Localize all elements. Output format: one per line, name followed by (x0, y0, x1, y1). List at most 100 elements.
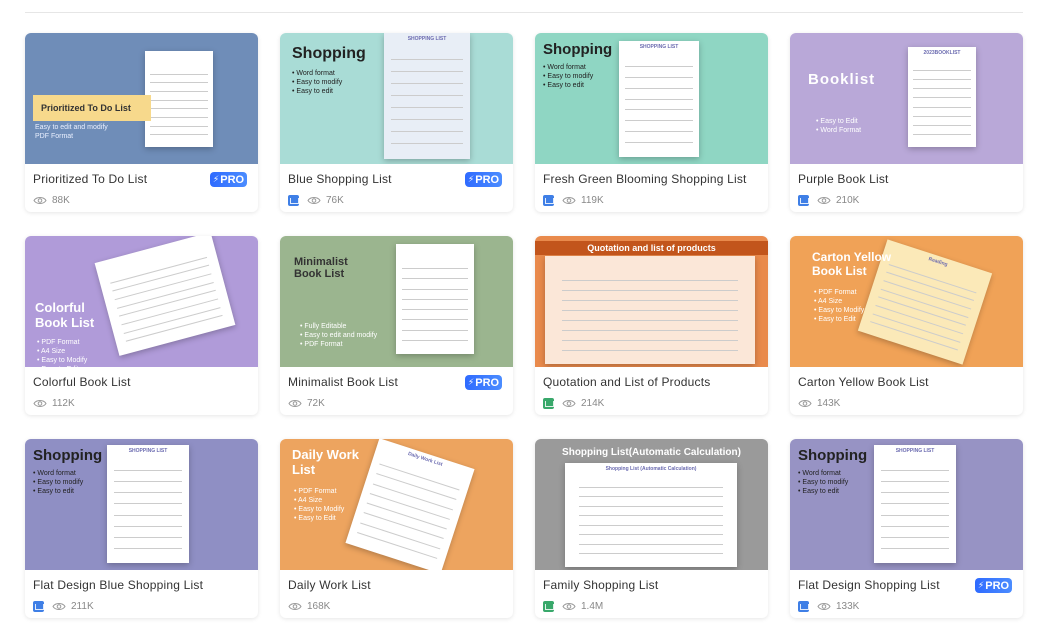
pro-badge-label: PRO (475, 376, 500, 389)
thumbnail-heading: Shopping (798, 447, 868, 464)
document-preview-line (913, 97, 971, 99)
document-preview-line (150, 99, 208, 101)
eye-icon (562, 196, 576, 204)
template-card[interactable]: Daily Work List • PDF Format • A4 Size • E… (280, 439, 513, 618)
view-count: 72K (307, 397, 325, 409)
thumbnail-feature-item: • Easy to Edit (294, 515, 336, 522)
view-count: 210K (836, 194, 860, 206)
file-type-icon (543, 600, 554, 612)
view-count: 112K (52, 397, 75, 409)
thumbnail-feature-item: Easy to edit and modify (35, 124, 108, 131)
template-card[interactable]: Shopping • Word format • Easy to modify • … (280, 33, 513, 212)
card-title[interactable]: Fresh Green Blooming Shopping List (543, 172, 760, 186)
thumbnail-feature-item: • Easy to Modify (37, 357, 88, 364)
view-count: 1.4M (581, 600, 604, 612)
card-title[interactable]: Daily Work List (288, 578, 505, 592)
template-thumbnail[interactable]: Shopping • Word format • Easy to modify • … (535, 33, 768, 164)
card-meta: Prioritized To Do List 88K ⚡ PRO (25, 164, 258, 212)
template-card[interactable]: Minimalist Book List • Fully Editable • E… (280, 236, 513, 415)
template-thumbnail[interactable]: Shopping • Word format • Easy to modify • … (280, 33, 513, 164)
document-preview-line (402, 298, 468, 300)
view-count: 214K (581, 397, 605, 409)
view-count: 168K (307, 600, 331, 612)
card-title[interactable]: Quotation and List of Products (543, 375, 760, 389)
template-thumbnail[interactable]: Quotation and list of products (535, 236, 768, 367)
template-thumbnail[interactable]: Booklist • Easy to Edit • Word Format 202… (790, 33, 1023, 164)
document-preview-title: 2023BOOKLIST (923, 50, 961, 56)
thumbnail-document-preview: SHOPPING LIST (874, 445, 956, 563)
template-thumbnail[interactable]: Shopping List(Automatic Calculation) Sho… (535, 439, 768, 570)
card-title[interactable]: Purple Book List (798, 172, 1015, 186)
template-card[interactable]: Booklist • Easy to Edit • Word Format 202… (790, 33, 1023, 212)
document-preview-line (113, 492, 183, 494)
template-grid: Prioritized To Do List Easy to edit and … (25, 33, 1023, 618)
document-preview-line (625, 131, 693, 133)
thumbnail-document-preview: SHOPPING LIST (619, 41, 699, 157)
view-count: 76K (326, 194, 344, 206)
thumbnail-feature-item: • Easy to Edit (37, 365, 87, 367)
thumbnail-document-preview (545, 256, 755, 364)
template-thumbnail[interactable]: Colorful Book List • PDF Format • A4 Size… (25, 236, 258, 367)
document-preview-line (113, 514, 183, 516)
card-stats: 168K (288, 600, 505, 612)
document-preview-line (150, 108, 208, 110)
document-preview-line (561, 350, 739, 351)
document-preview-line (402, 309, 468, 311)
thumbnail-document-preview: SHOPPING LIST (384, 33, 470, 159)
thumbnail-heading: Carton Yellow Book List (812, 250, 892, 278)
document-preview-line (578, 505, 724, 507)
thumbnail-heading: Shopping (292, 45, 366, 62)
thumbnail-feature-item: • PDF Format (294, 488, 337, 495)
template-card[interactable]: Colorful Book List • PDF Format • A4 Size… (25, 236, 258, 415)
template-thumbnail[interactable]: Minimalist Book List • Fully Editable • E… (280, 236, 513, 367)
pro-badge-label: PRO (220, 173, 245, 186)
template-card[interactable]: Prioritized To Do List Easy to edit and … (25, 33, 258, 212)
document-preview-line (150, 134, 208, 136)
document-preview-line (913, 133, 971, 135)
template-card[interactable]: Shopping • Word format • Easy to modify • … (535, 33, 768, 212)
template-card[interactable]: Shopping • Word format • Easy to modify • … (790, 439, 1023, 618)
card-meta: Fresh Green Blooming Shopping List 119K (535, 164, 768, 212)
thumbnail-heading: Daily Work List (292, 447, 359, 477)
thumbnail-feature-item: • Easy to edit (543, 82, 584, 89)
thumbnail-feature-list: • PDF Format • A4 Size • Easy to Modify• E… (37, 338, 87, 367)
thumbnail-heading: Quotation and list of products (535, 241, 768, 255)
template-thumbnail[interactable]: Prioritized To Do List Easy to edit and … (25, 33, 258, 164)
card-title[interactable]: Carton Yellow Book List (798, 375, 1015, 389)
template-card[interactable]: Quotation and list of products Quotation… (535, 236, 768, 415)
card-title[interactable]: Colorful Book List (33, 375, 250, 389)
template-card[interactable]: Shopping • Word format • Easy to modify • … (25, 439, 258, 618)
document-preview-line (390, 95, 464, 96)
template-thumbnail[interactable]: Daily Work List • PDF Format • A4 Size • E… (280, 439, 513, 570)
thumbnail-feature-item: • Easy to edit (798, 488, 839, 495)
card-title[interactable]: Flat Design Blue Shopping List (33, 578, 250, 592)
document-preview-line (561, 310, 739, 311)
template-thumbnail[interactable]: Shopping • Word format • Easy to modify • … (25, 439, 258, 570)
document-preview-line (402, 329, 468, 331)
eye-icon (288, 602, 302, 610)
thumbnail-feature-item: • A4 Size (37, 348, 66, 355)
card-stats: 119K (543, 194, 760, 206)
document-preview-line (880, 492, 950, 494)
document-preview-line (578, 553, 724, 555)
template-card[interactable]: Shopping List(Automatic Calculation) Sho… (535, 439, 768, 618)
pro-badge: ⚡ PRO (465, 172, 502, 187)
eye-icon (33, 399, 47, 407)
document-preview-line (625, 65, 693, 67)
template-thumbnail[interactable]: Shopping • Word format • Easy to modify • … (790, 439, 1023, 570)
document-preview-line (913, 106, 971, 108)
document-preview-line (880, 547, 950, 549)
card-stats: 133K (798, 600, 1015, 612)
document-preview-line (561, 300, 739, 301)
document-preview-title: SHOPPING LIST (407, 36, 447, 42)
template-card[interactable]: Carton Yellow Book List • PDF Format • A4… (790, 236, 1023, 415)
thumbnail-heading: Colorful Book List (35, 300, 95, 330)
document-preview-line (150, 117, 208, 118)
document-preview-line (578, 524, 724, 526)
template-thumbnail[interactable]: Carton Yellow Book List • PDF Format • A4… (790, 236, 1023, 367)
card-title[interactable]: Family Shopping List (543, 578, 760, 592)
document-preview-line (625, 109, 693, 111)
thumbnail-feature-item: • Easy to edit (33, 488, 74, 495)
eye-icon (562, 602, 576, 610)
view-count: 88K (52, 194, 70, 206)
